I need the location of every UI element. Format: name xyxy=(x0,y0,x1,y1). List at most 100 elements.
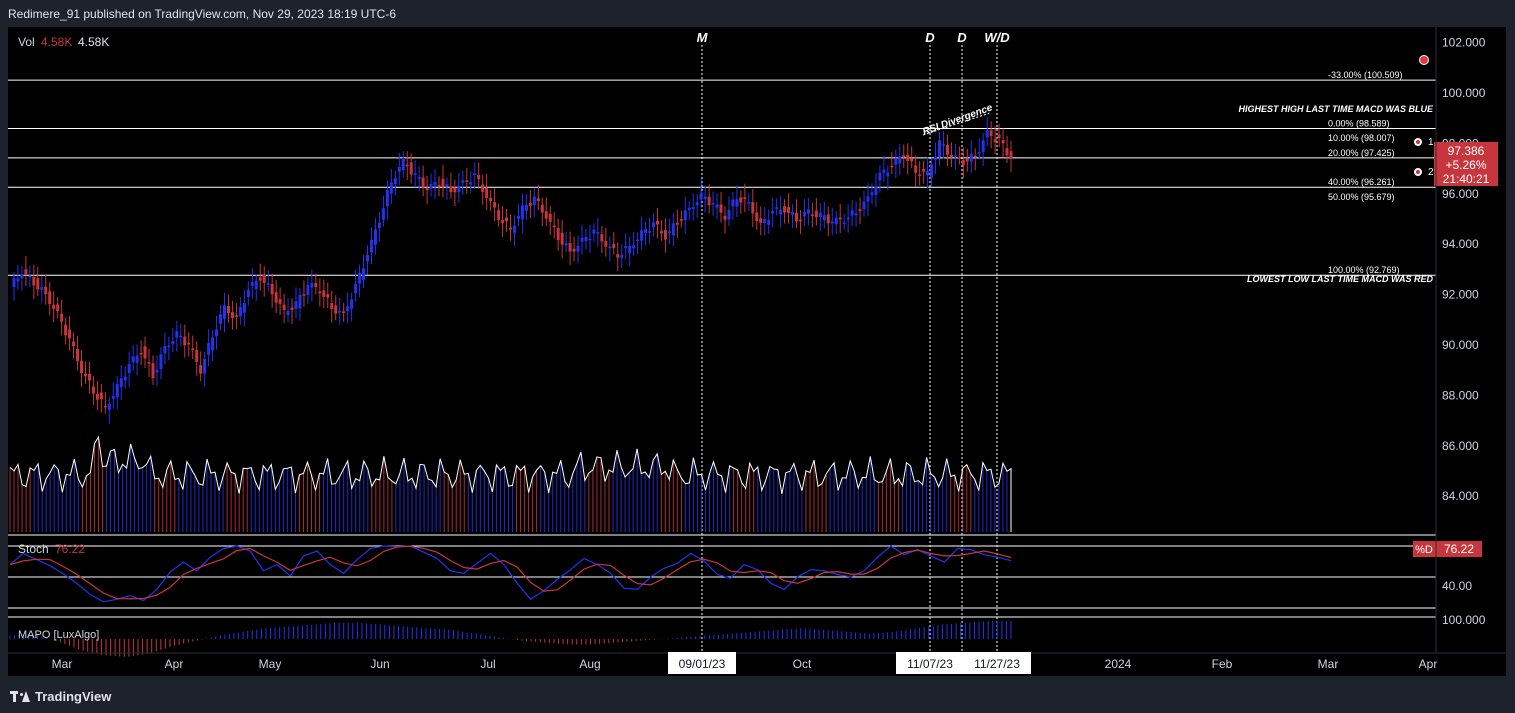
candle-body xyxy=(540,204,544,213)
candle-body xyxy=(743,197,747,199)
candle-body xyxy=(195,349,199,362)
candle-body xyxy=(250,282,254,286)
price-axis-tick: 102.000 xyxy=(1442,36,1486,50)
candle-body xyxy=(945,144,949,155)
candle-body xyxy=(560,232,564,245)
tradingview-brand[interactable]: TradingView xyxy=(10,689,111,704)
candle-body xyxy=(874,186,878,195)
price-axis[interactable]: 102.000100.00098.00096.00094.00092.00090… xyxy=(1442,36,1486,504)
candle-body xyxy=(683,210,687,221)
candle-body xyxy=(457,185,461,193)
candle-body xyxy=(795,212,798,222)
candle-body xyxy=(48,291,52,305)
candle-body xyxy=(230,312,234,318)
candle-body xyxy=(28,275,32,278)
candle-body xyxy=(667,231,671,233)
candle-body xyxy=(759,218,763,223)
candle-body xyxy=(362,268,366,280)
candle-body xyxy=(910,158,914,162)
price-axis-tick: 86.000 xyxy=(1442,439,1479,453)
candle-body xyxy=(930,164,934,178)
candle-body xyxy=(544,211,548,219)
candle-body xyxy=(282,304,286,310)
candle-body xyxy=(95,393,99,400)
candle-body xyxy=(993,139,997,142)
candle-body xyxy=(719,204,723,213)
candle-body xyxy=(592,229,596,234)
candle-body xyxy=(99,392,103,400)
price-axis-tick: 84.000 xyxy=(1442,489,1479,503)
candle-body xyxy=(802,211,806,217)
fib-levels: -33.00% (100.509) 0.00% (98.589) 10.00% (9… xyxy=(8,70,1436,276)
candle-body xyxy=(679,219,683,221)
candle-body xyxy=(469,182,473,185)
candle-body xyxy=(687,207,691,210)
candle-body xyxy=(497,210,501,221)
candle-body xyxy=(727,209,731,220)
candle-body xyxy=(838,217,842,220)
chart-panel[interactable]: -33.00% (100.509) 0.00% (98.589) 10.00% (9… xyxy=(8,27,1506,676)
time-axis-tick: Aug xyxy=(579,657,600,671)
candle-body xyxy=(640,230,644,241)
candle-body xyxy=(866,196,870,202)
candle-body xyxy=(659,231,663,234)
candle-body xyxy=(973,155,977,158)
candle-body xyxy=(385,190,389,207)
last-price: 97.386 xyxy=(1448,144,1485,158)
candle-body xyxy=(739,197,743,203)
candle-body xyxy=(532,196,536,206)
candle-body xyxy=(52,304,56,310)
target-marker-1[interactable]: 1 xyxy=(1414,137,1434,148)
candle-body xyxy=(302,294,306,296)
candle-body xyxy=(226,305,230,314)
candle-body xyxy=(91,386,95,394)
candle-body xyxy=(977,152,981,154)
candle-body xyxy=(842,222,846,225)
candle-body xyxy=(64,324,68,336)
candle-body xyxy=(36,278,40,290)
candle-body xyxy=(985,130,989,138)
price-axis-tick: 94.000 xyxy=(1442,237,1479,251)
candle-body xyxy=(707,196,711,206)
candle-body xyxy=(151,363,155,379)
date-badges: 09/01/23 11/07/23 11/27/23 xyxy=(668,652,1031,674)
candle-body xyxy=(290,307,294,310)
chart-canvas[interactable]: -33.00% (100.509) 0.00% (98.589) 10.00% (9… xyxy=(8,27,1506,676)
candle-body xyxy=(147,362,151,364)
candle-body xyxy=(266,283,270,285)
alert-dot-icon[interactable] xyxy=(1419,55,1429,65)
time-axis-tick: Mar xyxy=(52,657,73,671)
candle-body xyxy=(203,358,207,374)
target-label-1: 1 xyxy=(1428,137,1434,148)
time-axis-tick: 2024 xyxy=(1105,657,1132,671)
candle-body xyxy=(334,305,338,314)
candle-body xyxy=(449,186,453,193)
target-marker-2[interactable]: 2 xyxy=(1414,167,1434,178)
price-candles[interactable] xyxy=(12,116,1013,424)
candle-body xyxy=(747,202,751,204)
candle-body xyxy=(278,299,282,304)
candle-body xyxy=(179,335,183,338)
candle-body xyxy=(818,212,822,217)
candle-body xyxy=(68,329,72,339)
candle-body xyxy=(238,306,242,317)
date-badge-label: 11/27/23 xyxy=(974,657,1020,671)
candle-body xyxy=(878,172,882,181)
candle-body xyxy=(354,283,358,294)
candle-body xyxy=(83,373,87,377)
candle-body xyxy=(119,378,123,388)
price-axis-tick: 90.000 xyxy=(1442,338,1479,352)
candle-body xyxy=(453,187,457,193)
candle-body xyxy=(16,278,20,282)
candle-body xyxy=(107,403,111,410)
candle-body xyxy=(505,217,509,222)
candle-body xyxy=(663,229,667,240)
candle-body xyxy=(902,155,906,158)
candle-body xyxy=(858,209,862,212)
candle-body xyxy=(286,310,290,315)
candle-body xyxy=(139,352,143,355)
candle-body xyxy=(445,184,449,187)
fib-level-label: -33.00% (100.509) xyxy=(1328,70,1403,80)
time-axis[interactable]: Mar Apr May Jun Jul Aug Oct 2024 Feb Mar Apr xyxy=(8,652,1506,671)
candle-body xyxy=(536,198,540,201)
